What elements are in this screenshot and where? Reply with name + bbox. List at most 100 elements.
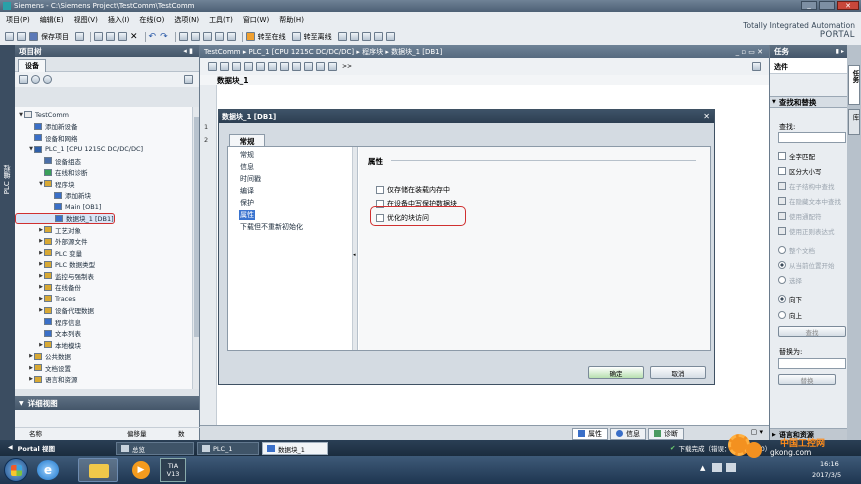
keep-values-icon[interactable] xyxy=(268,62,277,71)
paste-icon[interactable] xyxy=(118,32,127,41)
open-project-icon[interactable] xyxy=(17,32,26,41)
find-radio-row[interactable]: 选择 xyxy=(778,275,802,285)
close-button[interactable]: ✕ xyxy=(837,1,859,10)
dialog-nav-item[interactable]: 时间戳 xyxy=(239,174,262,184)
compile-icon[interactable] xyxy=(178,32,188,41)
back-icon[interactable] xyxy=(31,75,40,84)
forward-icon[interactable] xyxy=(43,75,52,84)
more-icon[interactable]: >> xyxy=(342,63,352,70)
tree-item[interactable]: 程序信息 xyxy=(15,316,81,327)
menu-item-3[interactable]: 插入(I) xyxy=(108,15,130,25)
menu-item-2[interactable]: 视图(V) xyxy=(74,15,98,25)
tree-item[interactable]: ▶ 工艺对象 xyxy=(15,224,81,235)
find-radio[interactable] xyxy=(778,295,786,303)
dialog-nav-item[interactable]: 常规 xyxy=(239,150,255,160)
settings-icon[interactable] xyxy=(328,62,337,71)
insert-row-icon[interactable] xyxy=(208,62,217,71)
find-option-checkbox-row[interactable]: 使用正则表达式 xyxy=(778,226,835,236)
replace-input[interactable] xyxy=(778,358,846,369)
find-option-checkbox-row[interactable]: 在子结构中查找 xyxy=(778,181,835,191)
find-replace-header[interactable]: ▼ 查找和替换 xyxy=(770,96,847,108)
find-radio[interactable] xyxy=(778,246,786,254)
find-option-checkbox[interactable] xyxy=(778,227,786,235)
col-offset[interactable]: 偏移量 xyxy=(127,428,147,438)
add-row-icon[interactable] xyxy=(220,62,229,71)
expand-icon[interactable] xyxy=(256,62,265,71)
find-radio[interactable] xyxy=(778,276,786,284)
find-radio-row[interactable]: 向上 xyxy=(778,310,802,320)
show-hide-icon[interactable] xyxy=(19,75,28,84)
tree-item[interactable]: ▶ 公共数据 xyxy=(15,351,71,362)
find-radio-row[interactable]: 整个文档 xyxy=(778,245,815,255)
tray-network-icon[interactable] xyxy=(712,463,722,472)
option-row[interactable]: 仅存储在装载内存中 xyxy=(376,185,450,195)
tree-scrollbar[interactable] xyxy=(192,107,199,389)
tree-item[interactable]: ▶ 本地模块 xyxy=(15,339,81,350)
find-option-checkbox[interactable] xyxy=(778,212,786,220)
go-offline-button[interactable]: 转至离线 xyxy=(304,32,332,42)
overview-icon[interactable] xyxy=(184,75,193,84)
option-checkbox[interactable] xyxy=(376,186,384,194)
details-view-header[interactable]: ▼ 详细视图 xyxy=(15,396,199,410)
monitor-icon[interactable] xyxy=(244,62,253,71)
menu-item-7[interactable]: 窗口(W) xyxy=(243,15,269,25)
inspector-tab-info[interactable]: 信息 xyxy=(610,427,646,440)
tree-item[interactable]: ▶ 在线备份 xyxy=(15,282,81,293)
go-online-button[interactable]: 转至在线 xyxy=(258,32,286,42)
maximize-button[interactable] xyxy=(819,1,835,10)
find-radio[interactable] xyxy=(778,311,786,319)
ok-button[interactable]: 确定 xyxy=(588,366,644,379)
tree-item[interactable]: 数据块_1 [DB1] xyxy=(15,212,115,224)
col-count[interactable]: 数 xyxy=(178,428,185,438)
accessible-devices-icon[interactable] xyxy=(337,32,347,41)
task-plc1[interactable]: PLC_1 xyxy=(197,442,259,455)
task-db1[interactable]: 数据块_1 xyxy=(262,442,328,455)
plc-programming-side-tab[interactable]: PLC 编程 xyxy=(0,45,15,440)
taskbar-tia-icon[interactable]: TIA V13 xyxy=(160,458,186,482)
go-online-icon[interactable] xyxy=(245,32,255,41)
simulation-icon[interactable] xyxy=(214,32,224,41)
tree-item[interactable]: ▼ PLC_1 [CPU 1215C DC/DC/DC] xyxy=(15,144,143,155)
find-radio[interactable] xyxy=(778,261,786,269)
tree-item[interactable]: ▶ PLC 数据类型 xyxy=(15,259,95,270)
tree-item[interactable]: ▶ 设备代理数据 xyxy=(15,305,94,316)
tray-arrow-icon[interactable]: ▲ xyxy=(700,464,705,472)
clock-time[interactable]: 16:16 xyxy=(820,460,839,468)
clock-date[interactable]: 2017/3/5 xyxy=(812,471,841,479)
find-option-checkbox-row[interactable]: 在隐藏文本中查找 xyxy=(778,196,841,206)
tree-scrollbar-thumb[interactable] xyxy=(194,117,199,337)
dialog-close-icon[interactable]: ✕ xyxy=(703,112,710,121)
dialog-nav-item[interactable]: 编译 xyxy=(239,186,255,196)
undo-icon[interactable]: ↶ xyxy=(149,32,157,42)
find-radio-row[interactable]: 向下 xyxy=(778,294,802,304)
window-icon[interactable] xyxy=(385,32,395,41)
print-icon[interactable] xyxy=(75,32,84,41)
tree-item[interactable]: ▶ 外部源文件 xyxy=(15,236,88,247)
editor-window-controls[interactable]: _ ▫ ▭ ✕ xyxy=(736,48,763,56)
find-radio-row[interactable]: 从当前位置开始 xyxy=(778,260,835,270)
task-overview[interactable]: 总览 xyxy=(116,442,194,455)
cut-icon[interactable] xyxy=(94,32,103,41)
tree-item[interactable]: ▼ 程序块 xyxy=(15,178,75,189)
tree-item[interactable]: 在线和诊断 xyxy=(15,167,88,178)
upload-icon[interactable] xyxy=(202,32,212,41)
find-option-checkbox-row[interactable]: 使用通配符 xyxy=(778,211,822,221)
find-option-checkbox[interactable] xyxy=(778,152,786,160)
tab-devices[interactable]: 设备 xyxy=(18,59,46,72)
taskbar-explorer-icon[interactable] xyxy=(78,458,118,482)
tree-item[interactable]: 设备和网络 xyxy=(15,132,78,143)
inspector-tab-diagnostics[interactable]: 诊断 xyxy=(648,427,684,440)
tree-item[interactable]: Main [OB1] xyxy=(15,201,101,212)
col-name[interactable]: 名称 xyxy=(29,428,42,438)
new-project-icon[interactable] xyxy=(5,32,14,41)
select-columns-icon[interactable] xyxy=(316,62,325,71)
tree-item[interactable]: ▶ Traces xyxy=(15,293,76,304)
tree-item[interactable]: ▶ 文档设置 xyxy=(15,362,71,373)
split-editor-vertical-icon[interactable] xyxy=(373,32,383,41)
redo-icon[interactable]: ↷ xyxy=(160,32,168,42)
menu-item-4[interactable]: 在线(O) xyxy=(139,15,164,25)
load-values-icon[interactable] xyxy=(304,62,313,71)
taskbar-ie-icon[interactable]: e xyxy=(37,460,59,480)
side-tab-tasks[interactable]: 任务 xyxy=(848,65,860,105)
replace-button[interactable]: 替换 xyxy=(778,374,836,385)
